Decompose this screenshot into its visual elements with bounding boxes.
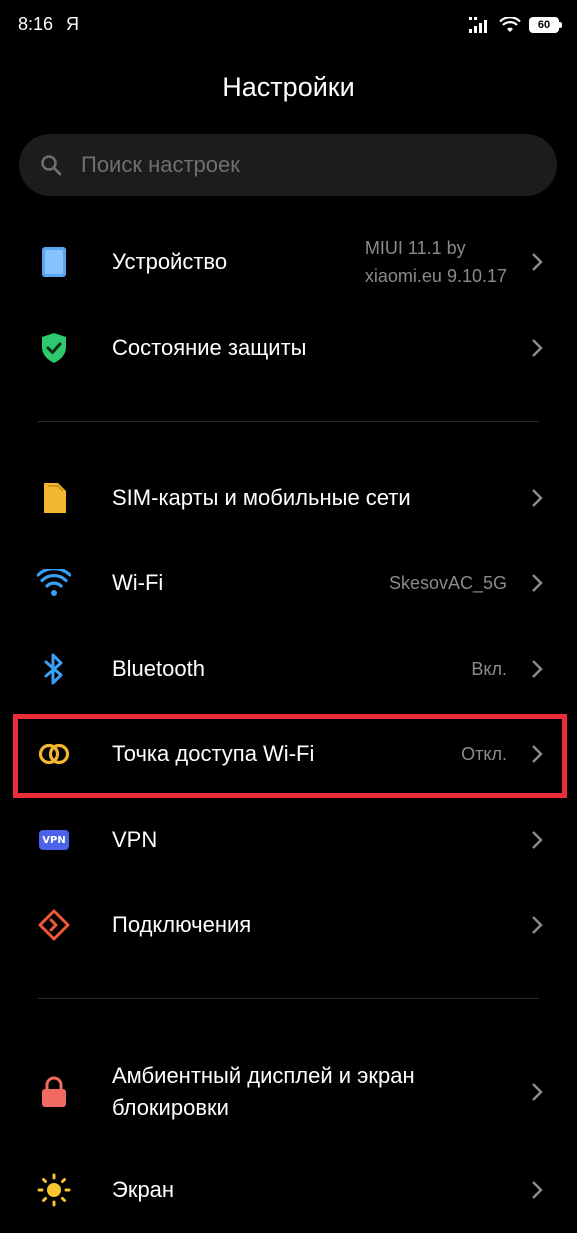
settings-item-label-line2: блокировки [112, 1095, 229, 1120]
lock-icon [36, 1074, 72, 1110]
signal-icon [469, 17, 487, 33]
highlight-frame [13, 714, 567, 798]
chevron-right-icon [532, 1181, 543, 1199]
settings-item-sim-cards[interactable]: SIM-карты и мобильные сети [0, 455, 577, 541]
status-icons: 60 [469, 14, 562, 36]
settings-item-label: Амбиентный дисплей и экран блокировки [112, 1060, 415, 1124]
chevron-right-icon [532, 489, 543, 507]
chevron-right-icon [532, 1083, 543, 1101]
chevron-right-icon [532, 831, 543, 849]
settings-item-label-line1: Амбиентный дисплей и экран [112, 1063, 415, 1088]
settings-item-label: Экран [112, 1177, 175, 1202]
shield-check-icon [36, 330, 72, 366]
status-time: 8:16 [18, 14, 54, 34]
status-bar: 8:16 Я 60 [0, 0, 577, 52]
wifi-status-icon [499, 17, 521, 32]
settings-item-vpn[interactable]: VPN VPN [0, 797, 577, 883]
settings-item-display[interactable]: Экран [0, 1147, 577, 1233]
page-title: Настройки [222, 72, 355, 102]
search-input[interactable]: Поиск настроек [19, 134, 557, 196]
settings-item-bluetooth[interactable]: Bluetooth Вкл. [0, 626, 577, 712]
settings-item-value: Вкл. [471, 659, 507, 679]
vpn-badge: VPN [39, 830, 69, 850]
chevron-right-icon [532, 916, 543, 934]
status-carrier: Я [66, 14, 79, 34]
chevron-right-icon [532, 660, 543, 678]
settings-item-security-status[interactable]: Состояние защиты [0, 305, 577, 391]
settings-item-label: Wi-Fi [112, 570, 164, 595]
section-divider [38, 421, 539, 422]
settings-item-value-line2: xiaomi.eu 9.10.17 [364, 266, 507, 286]
settings-item-label: Состояние защиты [112, 335, 307, 360]
vpn-icon: VPN [36, 822, 72, 858]
settings-item-label: Bluetooth [112, 656, 205, 681]
settings-item-label: VPN [112, 827, 158, 852]
settings-item-value: MIUI 11.1 by xiaomi.eu 9.10.17 [365, 234, 507, 290]
settings-item-label: Подключения [112, 912, 252, 937]
settings-item-wifi[interactable]: Wi-Fi SkesovAC_5G [0, 540, 577, 626]
wifi-icon [36, 565, 72, 601]
chevron-right-icon [532, 339, 543, 357]
settings-item-value: SkesovAC_5G [388, 573, 507, 593]
settings-item-label: Устройство [112, 249, 228, 274]
settings-item-label: SIM-карты и мобильные сети [112, 485, 411, 510]
connections-icon [36, 907, 72, 943]
sun-icon [36, 1172, 72, 1208]
battery-icon: 60 [529, 17, 562, 33]
settings-item-ambient-display[interactable]: Амбиентный дисплей и экран блокировки [0, 1047, 577, 1137]
settings-item-value-line1: MIUI 11.1 by [364, 238, 466, 258]
search-icon [41, 155, 62, 176]
chevron-right-icon [532, 574, 543, 592]
tablet-icon [36, 244, 72, 280]
section-divider [38, 998, 539, 999]
chevron-right-icon [532, 253, 543, 271]
sim-card-icon [36, 480, 72, 516]
settings-item-device[interactable]: Устройство MIUI 11.1 by xiaomi.eu 9.10.1… [0, 219, 577, 305]
bluetooth-icon [36, 651, 72, 687]
search-placeholder: Поиск настроек [81, 152, 240, 177]
settings-item-connections[interactable]: Подключения [0, 882, 577, 968]
